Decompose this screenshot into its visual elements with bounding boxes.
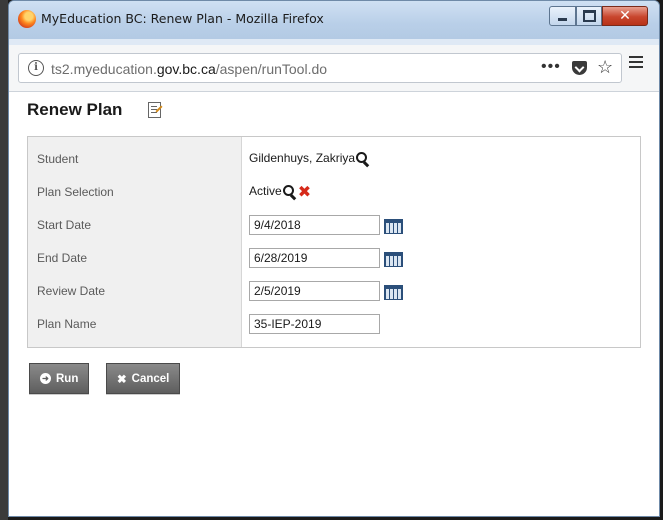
run-arrow-icon: ➜ bbox=[40, 373, 51, 384]
student-label: Student bbox=[37, 152, 79, 166]
pocket-icon[interactable] bbox=[572, 61, 587, 75]
url-text: ts2.myeducation.gov.bc.ca/aspen/runTool.… bbox=[51, 61, 328, 77]
maximize-icon bbox=[582, 10, 596, 22]
plan-name-label: Plan Name bbox=[37, 317, 97, 331]
title-bar: MyEducation BC: Renew Plan - Mozilla Fir… bbox=[9, 1, 659, 39]
start-date-calendar-icon[interactable] bbox=[384, 219, 403, 234]
end-date-calendar-icon[interactable] bbox=[384, 252, 403, 267]
start-date-input[interactable] bbox=[249, 215, 380, 235]
site-info-icon[interactable]: i bbox=[28, 60, 44, 76]
minimize-button[interactable] bbox=[549, 6, 576, 26]
dialog-content: Renew Plan Student Gildenhuys, Zakriya P… bbox=[9, 92, 659, 516]
window-title: MyEducation BC: Renew Plan - Mozilla Fir… bbox=[41, 11, 324, 26]
plan-name-input[interactable] bbox=[249, 314, 380, 334]
navigation-toolbar: i ts2.myeducation.gov.bc.ca/aspen/runToo… bbox=[9, 45, 659, 92]
maximize-button[interactable] bbox=[576, 6, 602, 26]
run-button-label: Run bbox=[56, 372, 79, 385]
browser-window: MyEducation BC: Renew Plan - Mozilla Fir… bbox=[8, 0, 660, 517]
close-window-button[interactable]: ✕ bbox=[602, 6, 648, 26]
student-search-icon[interactable] bbox=[356, 152, 368, 163]
start-date-label: Start Date bbox=[37, 218, 92, 232]
cancel-button[interactable]: ✖ Cancel bbox=[106, 363, 181, 394]
plan-selection-label: Plan Selection bbox=[37, 185, 114, 199]
firefox-icon bbox=[18, 10, 36, 28]
page-title: Renew Plan bbox=[27, 100, 123, 119]
review-date-input[interactable] bbox=[249, 281, 380, 301]
review-date-label: Review Date bbox=[37, 284, 106, 298]
end-date-label: End Date bbox=[37, 251, 88, 265]
edit-document-icon[interactable] bbox=[148, 102, 161, 118]
close-icon: ✕ bbox=[619, 8, 631, 24]
label-column bbox=[28, 137, 242, 347]
plan-selection-value: Active ✖ bbox=[249, 182, 312, 201]
bookmark-star-icon[interactable]: ☆ bbox=[597, 57, 613, 78]
renew-plan-form: Student Gildenhuys, Zakriya Plan Selecti… bbox=[27, 136, 641, 348]
end-date-input[interactable] bbox=[249, 248, 380, 268]
address-bar[interactable]: i ts2.myeducation.gov.bc.ca/aspen/runToo… bbox=[18, 53, 622, 83]
run-button[interactable]: ➜ Run bbox=[29, 363, 90, 394]
page-actions-menu-icon[interactable]: ••• bbox=[541, 58, 561, 76]
clear-plan-icon[interactable]: ✖ bbox=[298, 184, 311, 200]
hamburger-menu-icon[interactable] bbox=[629, 56, 643, 71]
plan-search-icon[interactable] bbox=[282, 185, 294, 196]
student-value: Gildenhuys, Zakriya bbox=[249, 151, 368, 165]
minimize-icon bbox=[558, 18, 567, 21]
review-date-calendar-icon[interactable] bbox=[384, 285, 403, 300]
cancel-button-label: Cancel bbox=[131, 372, 170, 385]
cancel-x-icon: ✖ bbox=[117, 373, 127, 386]
